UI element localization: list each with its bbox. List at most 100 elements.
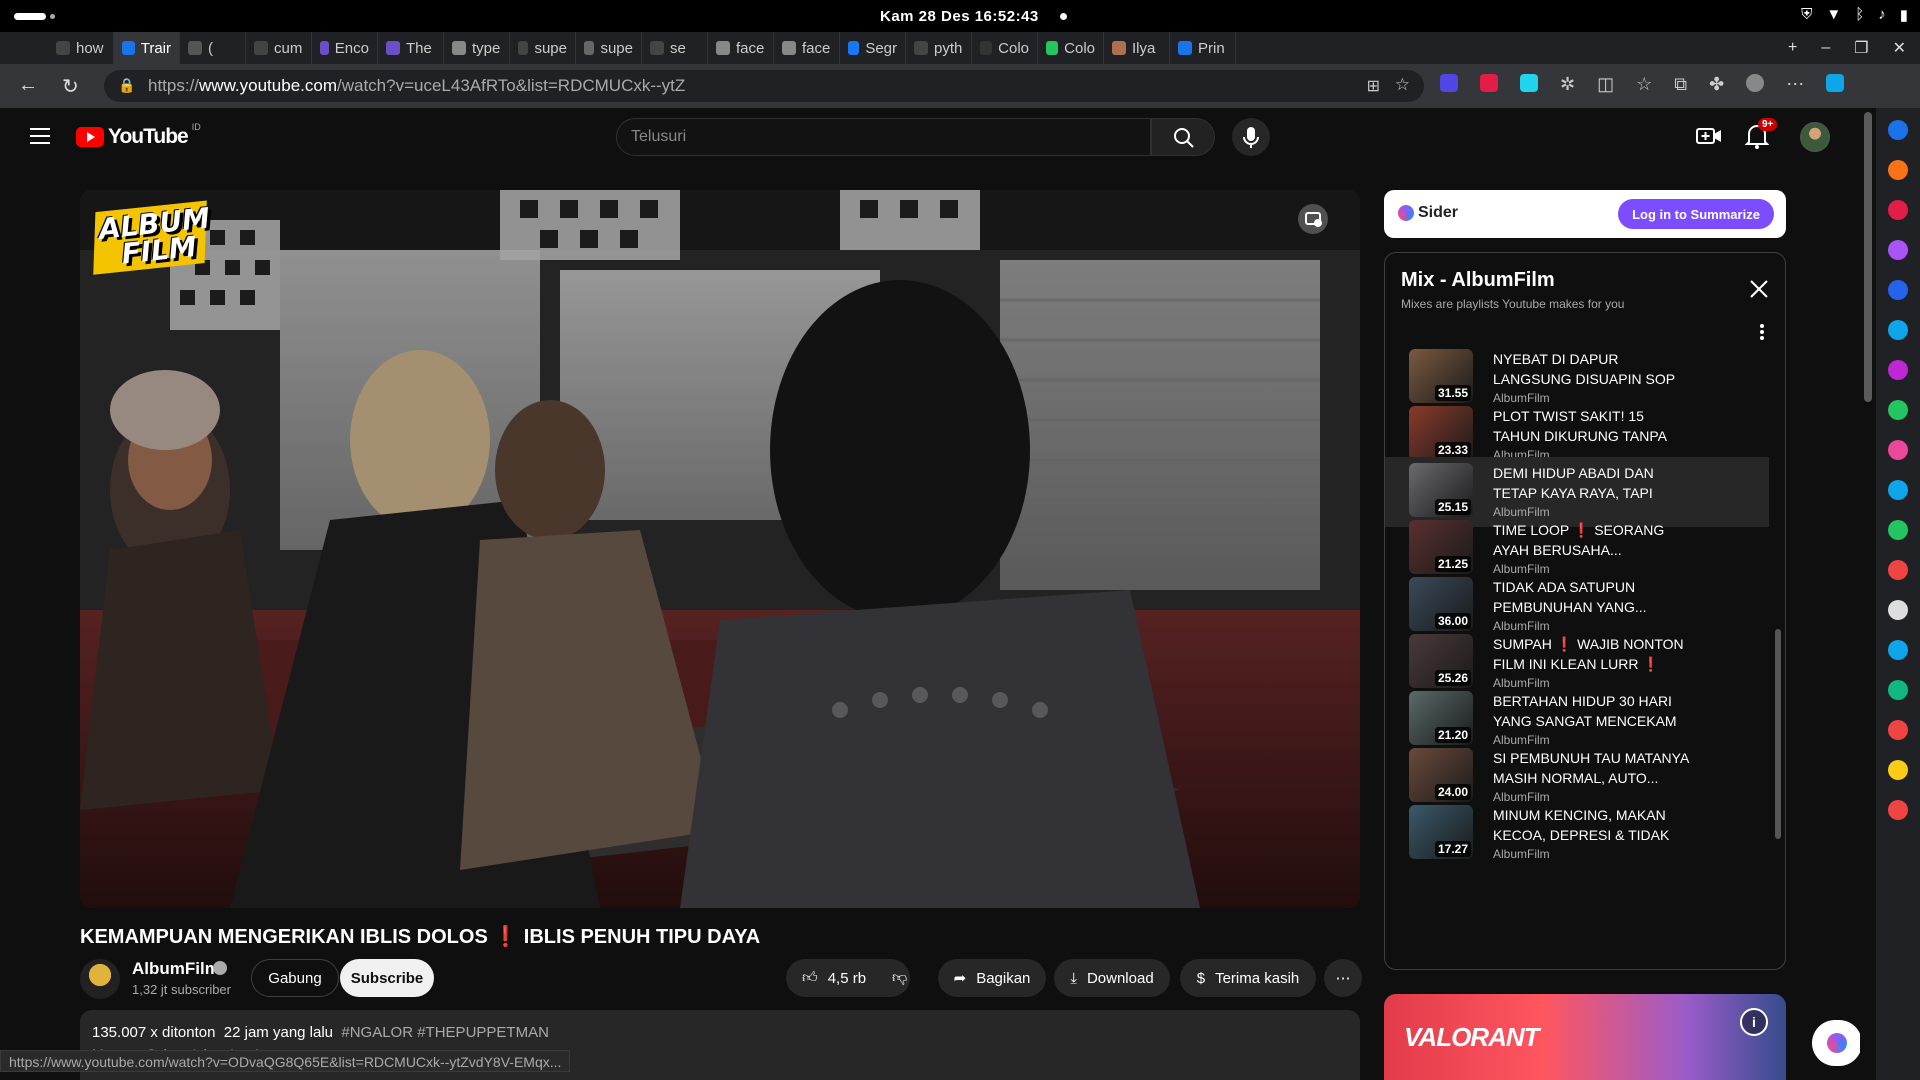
copilot-icon[interactable] bbox=[1826, 74, 1845, 92]
playlist-item-title[interactable]: SI PEMBUNUH TAU MATANYA MASIH NORMAL, AU… bbox=[1493, 748, 1693, 788]
more-menu-icon[interactable]: ⋯ bbox=[1786, 74, 1804, 95]
playlist-thumbnail[interactable]: 17.27 bbox=[1409, 805, 1473, 859]
playlist-thumbnail[interactable]: 25.26 bbox=[1409, 634, 1473, 688]
browser-tab[interactable]: ( bbox=[180, 32, 246, 64]
playlist-item-title[interactable]: SUMPAH ❗ WAJIB NONTON FILM INI KLEAN LUR… bbox=[1493, 634, 1693, 674]
search-input[interactable] bbox=[617, 119, 1150, 155]
search-box[interactable] bbox=[616, 118, 1151, 156]
back-icon[interactable]: ← bbox=[18, 74, 38, 97]
playlist-thumbnail[interactable]: 24.00 bbox=[1409, 748, 1473, 802]
ad-banner[interactable]: VALORANT i bbox=[1384, 994, 1786, 1080]
playlist-thumbnail[interactable]: 36.00 bbox=[1409, 577, 1473, 631]
channel-avatar[interactable] bbox=[80, 959, 120, 999]
collections-icon[interactable]: ⧉ bbox=[1674, 74, 1687, 95]
sidebar-app-icon[interactable] bbox=[1888, 560, 1908, 580]
favorites-icon[interactable]: ☆ bbox=[1636, 74, 1652, 95]
system-tray[interactable]: ⛨ ▼ ᛒ ♪ ▮ bbox=[1801, 6, 1908, 24]
restore-icon[interactable]: ❐ bbox=[1854, 38, 1868, 58]
download-button[interactable]: ⤓ Download bbox=[1054, 959, 1170, 997]
browser-tab[interactable]: Colo bbox=[1038, 32, 1104, 64]
new-tab-icon[interactable]: + bbox=[1788, 39, 1797, 57]
create-video-button[interactable] bbox=[1696, 124, 1722, 148]
sidebar-app-icon[interactable] bbox=[1888, 720, 1908, 740]
close-window-icon[interactable]: ✕ bbox=[1893, 38, 1906, 58]
voice-search-button[interactable] bbox=[1232, 118, 1270, 156]
sidebar-app-icon[interactable] bbox=[1888, 600, 1908, 620]
miniplayer-icon[interactable] bbox=[1298, 204, 1328, 234]
youtube-logo[interactable]: YouTube ID bbox=[76, 122, 201, 149]
browser-tab[interactable]: Trair bbox=[114, 32, 180, 64]
playlist-thumbnail[interactable]: 21.20 bbox=[1409, 691, 1473, 745]
split-screen-icon[interactable]: ◫ bbox=[1597, 74, 1614, 95]
sidebar-app-icon[interactable] bbox=[1888, 320, 1908, 340]
join-button[interactable]: Gabung bbox=[251, 959, 339, 997]
extensions-icon[interactable]: ✤ bbox=[1709, 74, 1724, 95]
sidebar-app-icon[interactable] bbox=[1888, 400, 1908, 420]
playlist-item[interactable]: 17.27 MINUM KENCING, MAKAN KECOA, DEPRESI… bbox=[1385, 799, 1769, 869]
ad-info-icon[interactable]: i bbox=[1740, 1008, 1768, 1036]
browser-tab[interactable]: supe bbox=[510, 32, 576, 64]
url-field[interactable]: 🔒 https://www.youtube.com/watch?v=uceL43… bbox=[104, 70, 1424, 102]
channel-name[interactable]: AlbumFilm bbox=[132, 959, 220, 979]
video-player[interactable]: ALBUM FILM bbox=[80, 190, 1360, 908]
apps-icon[interactable]: ⊞ bbox=[1367, 76, 1380, 96]
share-button[interactable]: ➦ Bagikan bbox=[938, 959, 1046, 997]
subscribe-button[interactable]: Subscribe bbox=[340, 959, 434, 997]
sidebar-app-icon[interactable] bbox=[1888, 240, 1908, 260]
close-icon[interactable] bbox=[1747, 277, 1771, 301]
sidebar-app-icon[interactable] bbox=[1888, 680, 1908, 700]
playlist-item-title[interactable]: NYEBAT DI DAPUR LANGSUNG DISUAPIN SOP PU… bbox=[1493, 349, 1693, 389]
page-scrollbar[interactable] bbox=[1860, 108, 1876, 1080]
playlist-thumbnail[interactable]: 25.15 bbox=[1409, 463, 1473, 517]
playlist-item-title[interactable]: TIDAK ADA SATUPUN PEMBUNUHAN YANG... bbox=[1493, 577, 1693, 617]
browser-tab[interactable]: cum bbox=[246, 32, 312, 64]
playlist-thumbnail[interactable]: 23.33 bbox=[1409, 406, 1473, 460]
activities-indicator[interactable] bbox=[14, 13, 46, 20]
browser-tab[interactable]: face bbox=[708, 32, 774, 64]
browser-tab[interactable]: The bbox=[378, 32, 444, 64]
sidebar-app-icon[interactable] bbox=[1888, 520, 1908, 540]
extension-icon-2[interactable] bbox=[1480, 74, 1498, 92]
sidebar-app-icon[interactable] bbox=[1888, 640, 1908, 660]
playlist-item-title[interactable]: BERTAHAN HIDUP 30 HARI YANG SANGAT MENCE… bbox=[1493, 691, 1693, 731]
playlist-item-title[interactable]: MINUM KENCING, MAKAN KECOA, DEPRESI & TI… bbox=[1493, 805, 1693, 845]
extension-icon-3[interactable] bbox=[1520, 74, 1538, 92]
sidebar-app-icon[interactable] bbox=[1888, 280, 1908, 300]
browser-tab[interactable]: Segr bbox=[840, 32, 906, 64]
sidebar-app-icon[interactable] bbox=[1888, 360, 1908, 380]
like-count[interactable]: 4,5 rb bbox=[828, 970, 866, 987]
lock-icon[interactable]: 🔒 bbox=[118, 77, 135, 94]
minimize-icon[interactable]: – bbox=[1821, 39, 1830, 57]
system-clock[interactable]: Kam 28 Des 16:52:43 bbox=[880, 8, 1039, 25]
hamburger-menu-icon[interactable] bbox=[30, 128, 50, 144]
sidebar-app-icon[interactable] bbox=[1888, 440, 1908, 460]
browser-tab[interactable]: se bbox=[642, 32, 708, 64]
sidebar-app-icon[interactable] bbox=[1888, 760, 1908, 780]
browser-tab[interactable]: how bbox=[48, 32, 114, 64]
browser-tab[interactable]: supe bbox=[576, 32, 642, 64]
account-avatar[interactable] bbox=[1800, 122, 1830, 152]
playlist-scrollbar[interactable] bbox=[1775, 629, 1781, 839]
thanks-button[interactable]: $ Terima kasih bbox=[1180, 959, 1316, 997]
browser-tab[interactable]: Prin bbox=[1170, 32, 1236, 64]
search-button[interactable] bbox=[1151, 118, 1215, 156]
more-actions-button[interactable]: ⋯ bbox=[1324, 959, 1362, 997]
sidebar-app-icon[interactable] bbox=[1888, 120, 1908, 140]
extension-icon-1[interactable] bbox=[1440, 74, 1458, 92]
browser-tab[interactable]: type bbox=[444, 32, 510, 64]
page-scroll-thumb[interactable] bbox=[1864, 112, 1872, 402]
browser-tab[interactable]: Enco bbox=[312, 32, 378, 64]
puzzle-icon[interactable]: ✲ bbox=[1560, 74, 1575, 95]
playlist-title[interactable]: Mix - AlbumFilm bbox=[1401, 269, 1555, 292]
thumbs-up-icon[interactable]: 👍︎ bbox=[802, 969, 818, 987]
sidebar-app-icon[interactable] bbox=[1888, 800, 1908, 820]
playlist-item-title[interactable]: DEMI HIDUP ABADI DAN TETAP KAYA RAYA, TA… bbox=[1493, 463, 1693, 503]
thumbs-down-icon[interactable]: 👎︎ bbox=[892, 969, 907, 987]
playlist-item-title[interactable]: PLOT TWIST SAKIT! 15 TAHUN DIKURUNG TANP… bbox=[1493, 406, 1693, 446]
sidebar-app-icon[interactable] bbox=[1888, 200, 1908, 220]
profile-icon[interactable] bbox=[1746, 74, 1765, 92]
video-hashtags[interactable]: #NGALOR #THEPUPPETMAN bbox=[341, 1024, 549, 1041]
more-vertical-icon[interactable] bbox=[1757, 323, 1767, 341]
sider-summarize-button[interactable]: Log in to Summarize bbox=[1618, 199, 1774, 229]
sider-floating-button[interactable] bbox=[1812, 1020, 1862, 1066]
